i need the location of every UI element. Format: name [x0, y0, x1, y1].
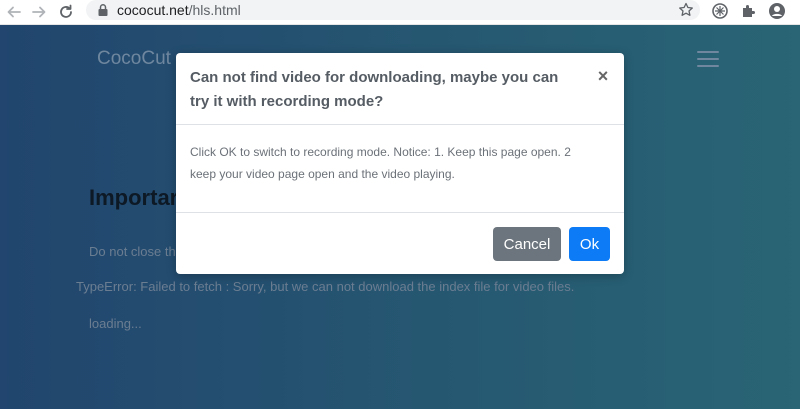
dialog-footer: Cancel Ok [176, 212, 624, 275]
url-host: cococut.net [117, 2, 189, 18]
url-path: /hls.html [188, 2, 241, 18]
browser-toolbar: cococut.net/hls.html [0, 0, 800, 25]
profile-avatar-icon[interactable] [768, 2, 786, 20]
reload-button[interactable] [55, 1, 77, 23]
dialog-header: Can not find video for downloading, mayb… [176, 53, 624, 125]
lock-icon [98, 4, 108, 16]
url-text: cococut.net/hls.html [117, 2, 241, 18]
address-bar[interactable]: cococut.net/hls.html [86, 0, 700, 20]
arrow-right-icon [32, 6, 46, 18]
dialog-body: Click OK to switch to recording mode. No… [190, 145, 571, 181]
close-icon[interactable]: × [596, 67, 610, 85]
cancel-button[interactable]: Cancel [493, 227, 561, 261]
dialog-title: Can not find video for downloading, mayb… [190, 69, 559, 110]
forward-button[interactable] [28, 1, 50, 23]
arrow-left-icon [7, 6, 21, 18]
ok-button[interactable]: Ok [569, 227, 610, 261]
puzzle-icon[interactable] [740, 2, 758, 20]
bookmark-star-icon[interactable] [678, 2, 694, 18]
reload-icon [60, 4, 72, 18]
extension-icon[interactable] [711, 2, 729, 20]
recording-mode-dialog: Can not find video for downloading, mayb… [176, 53, 624, 274]
back-button[interactable] [3, 1, 25, 23]
